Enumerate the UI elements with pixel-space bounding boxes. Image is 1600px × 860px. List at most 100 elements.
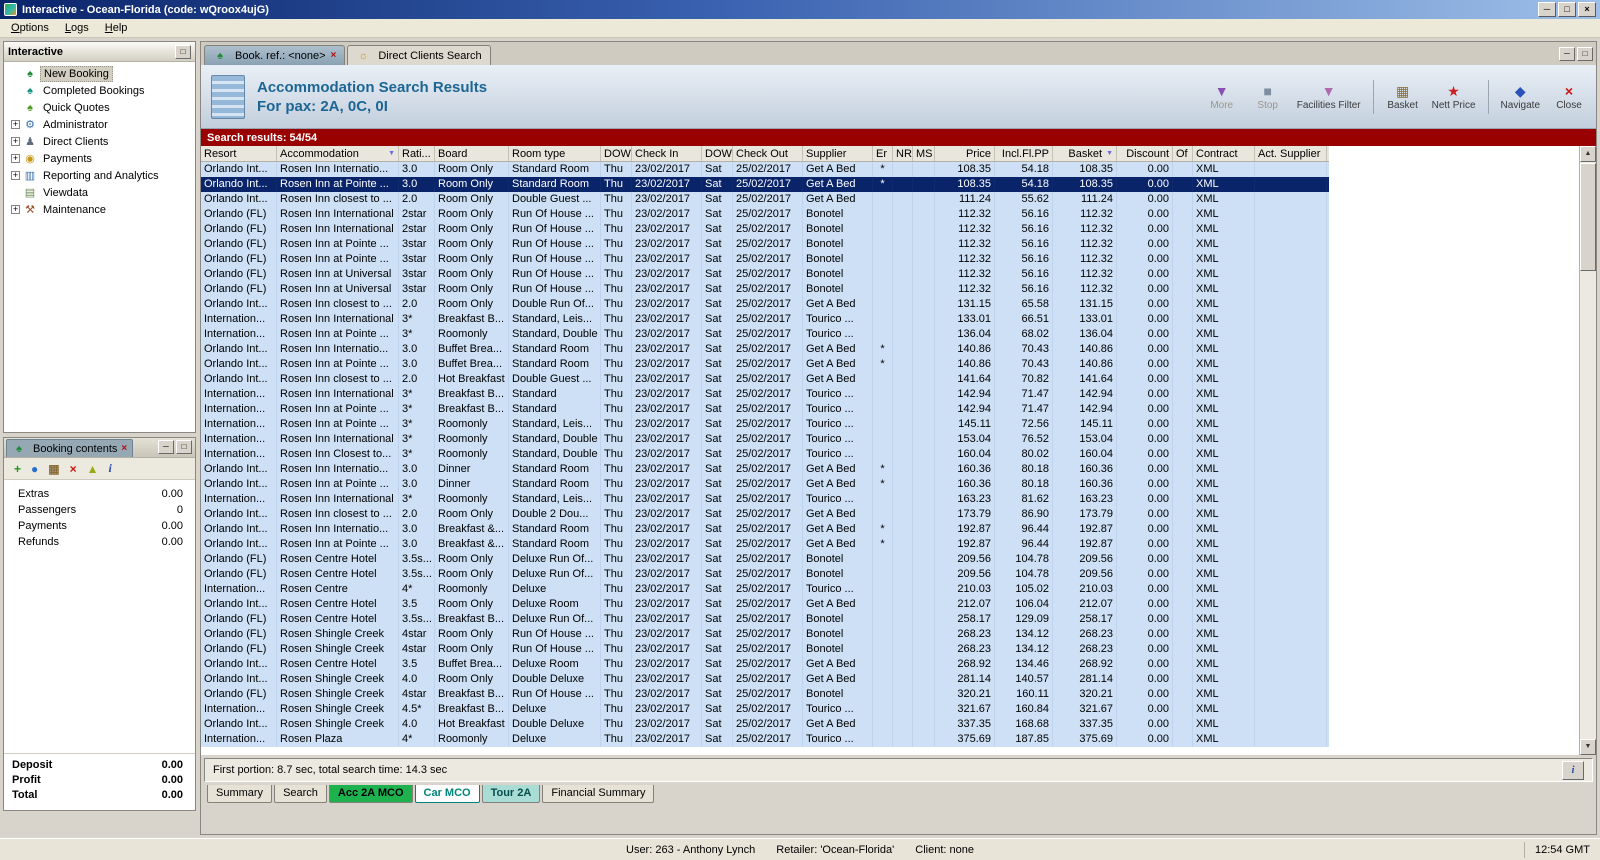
list-item[interactable]: Payments 0.00: [18, 520, 183, 536]
export-button[interactable]: ▲: [87, 462, 99, 476]
stop-button[interactable]: ■ Stop: [1251, 82, 1285, 111]
sidebar-item-viewdata[interactable]: ▤ Viewdata: [4, 184, 195, 201]
table-row[interactable]: Internation...Rosen Inn International3*R…: [201, 492, 1329, 507]
table-row[interactable]: Internation...Rosen Inn at Pointe ...3*R…: [201, 417, 1329, 432]
column-header[interactable]: Check In: [632, 146, 702, 161]
table-row[interactable]: Orlando (FL)Rosen Centre Hotel3.5s...Roo…: [201, 552, 1329, 567]
table-row[interactable]: Internation...Rosen Inn at Pointe ...3*R…: [201, 327, 1329, 342]
table-row[interactable]: Orlando Int...Rosen Inn at Pointe ...3.0…: [201, 357, 1329, 372]
table-row[interactable]: Orlando Int...Rosen Centre Hotel3.5Room …: [201, 597, 1329, 612]
navigate-button[interactable]: ◆ Navigate: [1501, 82, 1540, 111]
list-item[interactable]: Passengers 0: [18, 504, 183, 520]
table-row[interactable]: Orlando Int...Rosen Inn at Pointe ...3.0…: [201, 477, 1329, 492]
facilities-filter-button[interactable]: ▼ Facilities Filter: [1297, 82, 1361, 111]
scroll-up-button[interactable]: ▲: [1580, 146, 1596, 162]
expand-plus-icon[interactable]: [11, 205, 20, 214]
sidebar-item-completed-bookings[interactable]: ♠ Completed Bookings: [4, 82, 195, 99]
pane-minimize-button[interactable]: ─: [1559, 47, 1575, 61]
tab-booking-ref[interactable]: ♠ Book. ref.: <none> ×: [204, 45, 345, 65]
tab-financial-summary[interactable]: Financial Summary: [542, 785, 654, 803]
column-header[interactable]: MS: [913, 146, 935, 161]
info-button[interactable]: i: [109, 461, 112, 476]
table-row[interactable]: Internation...Rosen Plaza4*RoomonlyDelux…: [201, 732, 1329, 747]
expand-plus-icon[interactable]: [11, 171, 20, 180]
table-row[interactable]: Orlando Int...Rosen Centre Hotel3.5Buffe…: [201, 657, 1329, 672]
column-header[interactable]: Rati...: [399, 146, 435, 161]
table-row[interactable]: Orlando (FL)Rosen Inn International2star…: [201, 222, 1329, 237]
minimize-button[interactable]: ─: [1538, 2, 1556, 17]
sidebar-item-direct-clients[interactable]: ♟ Direct Clients: [4, 133, 195, 150]
tab-close-icon[interactable]: ×: [121, 443, 127, 454]
vertical-scrollbar[interactable]: ▲ ▼: [1579, 146, 1596, 755]
table-row[interactable]: Orlando (FL)Rosen Inn at Universal3starR…: [201, 267, 1329, 282]
info-button[interactable]: i: [1562, 761, 1584, 780]
maximize-button[interactable]: □: [1558, 2, 1576, 17]
table-row[interactable]: Orlando (FL)Rosen Shingle Creek4starRoom…: [201, 642, 1329, 657]
menu-help[interactable]: Help: [97, 20, 136, 36]
expand-plus-icon[interactable]: [11, 154, 20, 163]
column-header[interactable]: Act. Supplier: [1255, 146, 1327, 161]
sidebar-item-new-booking[interactable]: ♠ New Booking: [4, 65, 195, 82]
more-button[interactable]: ▼ More: [1205, 82, 1239, 111]
sidebar-item-quick-quotes[interactable]: ♠ Quick Quotes: [4, 99, 195, 116]
table-row[interactable]: Orlando Int...Rosen Inn Internatio...3.0…: [201, 342, 1329, 357]
column-header[interactable]: Board: [435, 146, 509, 161]
column-header[interactable]: Of: [1173, 146, 1193, 161]
table-row[interactable]: Orlando (FL)Rosen Centre Hotel3.5s...Bre…: [201, 612, 1329, 627]
booking-contents-tab[interactable]: ♠ Booking contents ×: [6, 439, 133, 457]
filter-icon[interactable]: ▼: [386, 150, 395, 157]
table-row[interactable]: Orlando (FL)Rosen Inn at Pointe ...3star…: [201, 252, 1329, 267]
panel-restore-button[interactable]: □: [176, 440, 192, 454]
sidebar-item-administrator[interactable]: ⚙ Administrator: [4, 116, 195, 133]
sidebar-item-reporting-and-analytics[interactable]: ▥ Reporting and Analytics: [4, 167, 195, 184]
tab-car-mco[interactable]: Car MCO: [415, 785, 480, 803]
scroll-down-button[interactable]: ▼: [1580, 739, 1596, 755]
column-header[interactable]: Basket▼: [1053, 146, 1117, 161]
column-header[interactable]: Er: [873, 146, 893, 161]
table-row[interactable]: Internation...Rosen Inn International3*R…: [201, 432, 1329, 447]
column-header[interactable]: Discount: [1117, 146, 1173, 161]
nett-price-button[interactable]: ★ Nett Price: [1432, 82, 1476, 111]
table-row[interactable]: Internation...Rosen Shingle Creek4.5*Bre…: [201, 702, 1329, 717]
sort-icon[interactable]: ▼: [1104, 150, 1113, 157]
basket-button[interactable]: ▦: [48, 462, 59, 476]
table-row[interactable]: Orlando (FL)Rosen Centre Hotel3.5s...Roo…: [201, 567, 1329, 582]
sidebar-item-payments[interactable]: ◉ Payments: [4, 150, 195, 167]
column-header[interactable]: Incl.Fl.PP: [995, 146, 1053, 161]
column-header[interactable]: Contract: [1193, 146, 1255, 161]
column-header[interactable]: DOW: [702, 146, 733, 161]
delete-button[interactable]: ×: [70, 462, 77, 476]
tab-search[interactable]: Search: [274, 785, 327, 803]
table-row[interactable]: Internation...Rosen Inn International3*B…: [201, 387, 1329, 402]
expand-plus-icon[interactable]: [11, 120, 20, 129]
menu-logs[interactable]: Logs: [57, 20, 97, 36]
column-header[interactable]: DOW: [601, 146, 632, 161]
sidebar-item-maintenance[interactable]: ⚒ Maintenance: [4, 201, 195, 218]
expand-plus-icon[interactable]: [11, 137, 20, 146]
column-header[interactable]: Check Out: [733, 146, 803, 161]
table-row[interactable]: Internation...Rosen Inn Closest to...3*R…: [201, 447, 1329, 462]
table-row[interactable]: Orlando (FL)Rosen Inn at Pointe ...3star…: [201, 237, 1329, 252]
table-row[interactable]: Orlando Int...Rosen Inn closest to ...2.…: [201, 372, 1329, 387]
panel-collapse-button[interactable]: □: [175, 45, 191, 59]
table-row[interactable]: Internation...Rosen Inn International3*B…: [201, 312, 1329, 327]
tab-summary[interactable]: Summary: [207, 785, 272, 803]
table-row[interactable]: Orlando Int...Rosen Inn closest to ...2.…: [201, 507, 1329, 522]
list-item[interactable]: Refunds 0.00: [18, 536, 183, 552]
globe-button[interactable]: ●: [31, 462, 38, 476]
menu-options[interactable]: Options: [3, 20, 57, 36]
table-row[interactable]: Orlando Int...Rosen Inn Internatio...3.0…: [201, 462, 1329, 477]
close-button[interactable]: ×: [1578, 2, 1596, 17]
tab-close-icon[interactable]: ×: [331, 50, 337, 61]
column-header[interactable]: NR: [893, 146, 913, 161]
pane-restore-button[interactable]: □: [1577, 47, 1593, 61]
table-row[interactable]: Orlando (FL)Rosen Shingle Creek4starRoom…: [201, 627, 1329, 642]
table-row[interactable]: Internation...Rosen Centre4*RoomonlyDelu…: [201, 582, 1329, 597]
list-item[interactable]: Extras 0.00: [18, 488, 183, 504]
tab-tour-2a[interactable]: Tour 2A: [482, 785, 541, 803]
table-row[interactable]: Orlando Int...Rosen Inn closest to ...2.…: [201, 192, 1329, 207]
tab-acc-2a-mco[interactable]: Acc 2A MCO: [329, 785, 413, 803]
table-row[interactable]: Orlando Int...Rosen Inn at Pointe ...3.0…: [201, 177, 1329, 192]
table-row[interactable]: Orlando Int...Rosen Inn closest to ...2.…: [201, 297, 1329, 312]
column-header[interactable]: Supplier: [803, 146, 873, 161]
